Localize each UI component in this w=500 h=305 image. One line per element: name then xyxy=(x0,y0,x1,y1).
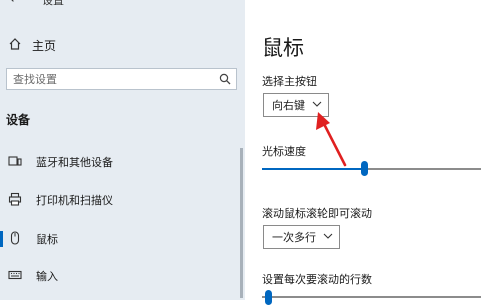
bluetooth-devices-icon xyxy=(8,153,22,172)
scroll-wheel-value: 一次多行 xyxy=(272,231,316,244)
scroll-wheel-dropdown[interactable]: 一次多行 xyxy=(263,225,340,249)
page-title: 鼠标 xyxy=(262,36,304,60)
primary-button-dropdown[interactable]: 向右键 xyxy=(263,93,329,117)
nav-home-label: 主页 xyxy=(32,38,57,53)
printer-icon xyxy=(8,191,22,210)
search-input[interactable]: 查找设置 xyxy=(13,71,214,87)
sidebar-item-label: 打印机和扫描仪 xyxy=(36,194,113,207)
back-arrow-icon[interactable]: ← xyxy=(10,0,21,7)
sidebar-scrollbar[interactable] xyxy=(240,148,243,298)
sidebar-item-bluetooth[interactable]: 蓝牙和其他设备 xyxy=(8,152,113,172)
section-title-devices: 设备 xyxy=(6,113,31,127)
home-icon xyxy=(8,36,22,55)
sidebar-item-printers[interactable]: 打印机和扫描仪 xyxy=(8,190,113,210)
sidebar-item-label: 输入 xyxy=(36,270,58,283)
title-bar: ← 设置 xyxy=(0,0,245,10)
search-icon[interactable] xyxy=(214,73,236,85)
lines-per-scroll-slider[interactable] xyxy=(262,296,481,298)
cursor-speed-thumb[interactable] xyxy=(361,161,369,176)
lines-per-scroll-label: 设置每次要滚动的行数 xyxy=(262,273,372,286)
cursor-speed-fill xyxy=(262,168,365,170)
chevron-down-icon xyxy=(323,231,333,244)
nav-home[interactable]: 主页 xyxy=(8,35,56,55)
cursor-speed-label: 光标速度 xyxy=(262,145,306,158)
sidebar-item-input[interactable]: 输入 xyxy=(8,266,58,286)
chevron-down-icon xyxy=(312,99,322,112)
window-title: 设置 xyxy=(42,0,64,7)
keyboard-icon xyxy=(8,267,22,286)
primary-button-value: 向右键 xyxy=(272,99,305,112)
sidebar: ← 设置 主页 查找设置 设备 蓝牙和其他设备 打印机和扫描仪 鼠标 xyxy=(0,0,245,300)
primary-button-label: 选择主按钮 xyxy=(262,75,317,88)
lines-per-scroll-thumb[interactable] xyxy=(265,290,272,305)
sidebar-item-label: 蓝牙和其他设备 xyxy=(36,156,113,169)
sidebar-item-mouse[interactable]: 鼠标 xyxy=(0,229,58,249)
sidebar-item-label: 鼠标 xyxy=(36,233,58,246)
mouse-icon xyxy=(8,230,22,249)
scroll-wheel-label: 滚动鼠标滚轮即可滚动 xyxy=(262,207,372,220)
search-box[interactable]: 查找设置 xyxy=(6,68,237,90)
main-content: 鼠标 选择主按钮 向右键 光标速度 滚动鼠标滚轮即可滚动 一次多行 设置每次要滚… xyxy=(245,0,500,305)
